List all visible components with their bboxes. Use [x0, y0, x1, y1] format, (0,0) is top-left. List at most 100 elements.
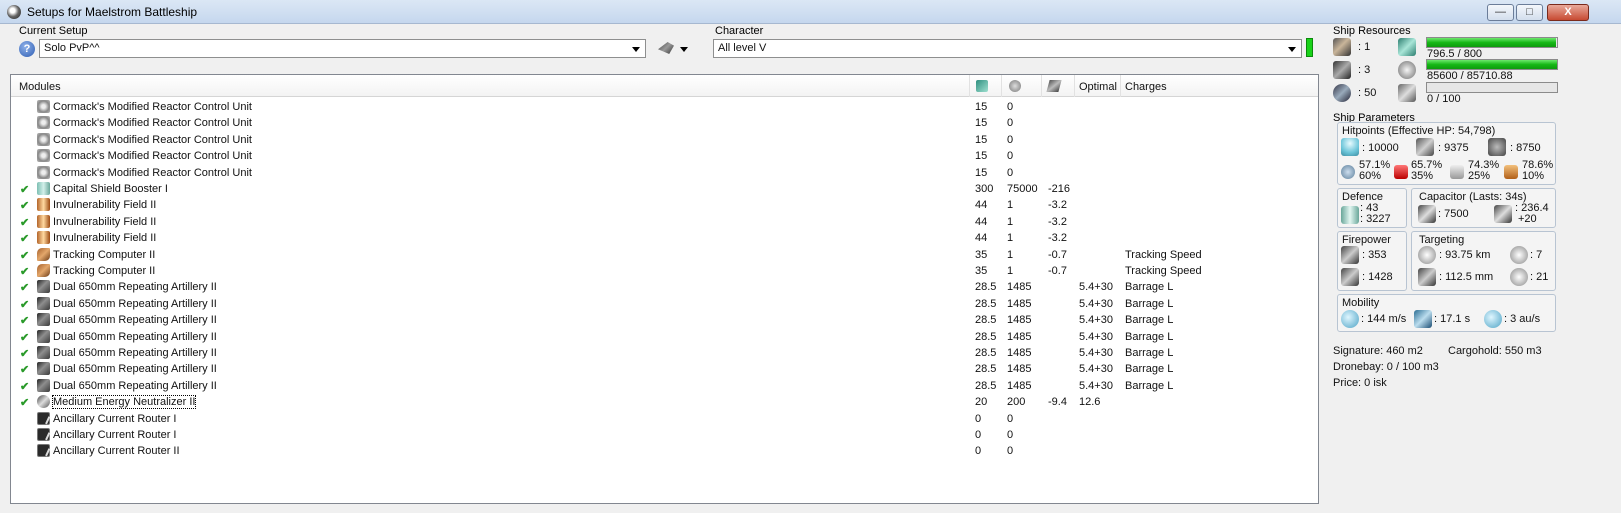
column-charges[interactable]: Charges	[1125, 81, 1167, 93]
online-check-icon[interactable]: ✔	[20, 183, 29, 196]
module-row[interactable]: ✔ Tracking Computer II 35 1 -0.7 Tracking Spe…	[11, 247, 1318, 263]
online-check-icon[interactable]: ✔	[20, 363, 29, 376]
modules-list[interactable]: Modules Optimal Charges Cormack's Modifi…	[10, 74, 1319, 504]
thermal-resist-armor: 35%	[1411, 170, 1434, 182]
online-check-icon[interactable]: ✔	[20, 281, 29, 294]
online-check-icon[interactable]: ✔	[20, 232, 29, 245]
setup-select[interactable]: Solo PvP^^	[39, 39, 646, 58]
module-charge: Barrage L	[1125, 363, 1174, 376]
capacitor-icon[interactable]	[1046, 80, 1062, 92]
module-cpu: 35	[975, 265, 988, 277]
defence-bottom: : 3227	[1360, 213, 1391, 225]
online-check-icon[interactable]: ✔	[20, 298, 29, 311]
column-optimal[interactable]: Optimal	[1079, 81, 1117, 93]
module-cpu: 44	[975, 215, 988, 228]
module-row[interactable]: ✔ Invulnerability Field II 44 1 -3.2	[11, 230, 1318, 246]
online-check-icon[interactable]: ✔	[20, 249, 29, 262]
artillery-icon	[37, 378, 50, 392]
module-row[interactable]: Cormack's Modified Reactor Control Unit 1…	[11, 165, 1318, 181]
module-row[interactable]: Cormack's Modified Reactor Control Unit 1…	[11, 115, 1318, 131]
module-row[interactable]: ✔ Dual 650mm Repeating Artillery II 28.5 14…	[11, 296, 1318, 312]
module-powergrid: 1485	[1007, 363, 1032, 376]
reactor-icon	[37, 100, 50, 113]
character-select[interactable]: All level V	[713, 39, 1302, 58]
module-powergrid: 1	[1007, 248, 1014, 261]
scan-resolution-icon	[1418, 268, 1436, 286]
module-name: Dual 650mm Repeating Artillery II	[53, 281, 217, 294]
price: Price: 0 isk	[1333, 377, 1387, 389]
online-check-icon[interactable]: ✔	[20, 396, 29, 409]
module-powergrid: 75000	[1007, 183, 1038, 195]
module-powergrid: 0	[1007, 101, 1014, 113]
module-row[interactable]: ✔ Capital Shield Booster I 300 75000 -216	[11, 181, 1318, 197]
online-check-icon[interactable]: ✔	[20, 265, 29, 278]
module-row[interactable]: Ancillary Current Router I 0 0	[11, 427, 1318, 443]
online-check-icon[interactable]: ✔	[20, 216, 29, 229]
speed-icon	[1341, 310, 1359, 328]
maximize-button[interactable]: □	[1516, 4, 1543, 21]
capacitor-label: Capacitor (Lasts: 34s)	[1419, 191, 1527, 203]
help-icon[interactable]: ?	[19, 41, 35, 57]
module-cpu: 28.5	[975, 347, 997, 359]
online-check-icon[interactable]: ✔	[20, 199, 29, 212]
module-optimal: 5.4+30	[1079, 297, 1113, 310]
module-optimal: 12.6	[1079, 396, 1101, 409]
online-check-icon[interactable]: ✔	[20, 331, 29, 344]
module-name: Ancillary Current Router II	[53, 445, 180, 458]
close-button[interactable]: X	[1547, 4, 1589, 21]
module-row[interactable]: ✔ Tracking Computer II 35 1 -0.7 Tracking Spe…	[11, 263, 1318, 279]
module-row[interactable]: ✔ Medium Energy Neutralizer II 20 200 -9.4 12…	[11, 394, 1318, 410]
module-row[interactable]: Cormack's Modified Reactor Control Unit 1…	[11, 99, 1318, 115]
module-capacitor: -0.7	[1048, 248, 1067, 261]
module-row[interactable]: Ancillary Current Router II 0 0	[11, 443, 1318, 459]
chevron-down-icon	[1288, 47, 1296, 52]
cpu-icon[interactable]	[976, 80, 988, 92]
module-row[interactable]: Cormack's Modified Reactor Control Unit 1…	[11, 132, 1318, 148]
online-check-icon[interactable]: ✔	[20, 314, 29, 327]
calibration-icon	[1398, 84, 1416, 102]
minimize-button[interactable]: —	[1487, 4, 1514, 21]
ship-tools-dropdown[interactable]	[656, 40, 690, 58]
powergrid-icon[interactable]	[1009, 80, 1021, 92]
module-row[interactable]: ✔ Invulnerability Field II 44 1 -3.2	[11, 197, 1318, 213]
module-name: Cormack's Modified Reactor Control Unit	[53, 117, 252, 130]
module-powergrid: 1485	[1007, 297, 1032, 310]
online-check-icon[interactable]: ✔	[20, 347, 29, 360]
capacitor-delta: +20	[1518, 213, 1537, 225]
module-row[interactable]: Cormack's Modified Reactor Control Unit 1…	[11, 148, 1318, 164]
module-row[interactable]: ✔ Dual 650mm Repeating Artillery II 28.5 14…	[11, 312, 1318, 328]
module-cpu: 28.5	[975, 330, 997, 343]
module-row[interactable]: ✔ Dual 650mm Repeating Artillery II 28.5 14…	[11, 329, 1318, 345]
module-powergrid: 1485	[1007, 379, 1032, 392]
module-row[interactable]: ✔ Invulnerability Field II 44 1 -3.2	[11, 214, 1318, 230]
chevron-down-icon	[632, 47, 640, 52]
module-charge: Tracking Speed	[1125, 248, 1202, 261]
column-modules[interactable]: Modules	[19, 81, 61, 93]
module-name: Dual 650mm Repeating Artillery II	[53, 297, 217, 310]
module-powergrid: 0	[1007, 150, 1014, 163]
module-row[interactable]: ✔ Dual 650mm Repeating Artillery II 28.5 14…	[11, 361, 1318, 377]
module-optimal: 5.4+30	[1079, 347, 1113, 359]
turret-hardpoint-icon	[1333, 38, 1351, 56]
online-check-icon[interactable]: ✔	[20, 380, 29, 393]
character-status-indicator	[1306, 38, 1313, 57]
module-row[interactable]: Ancillary Current Router I 0 0	[11, 411, 1318, 427]
module-capacitor: -3.2	[1048, 232, 1067, 245]
cpu-bar	[1426, 37, 1558, 48]
module-row[interactable]: ✔ Dual 650mm Repeating Artillery II 28.5 14…	[11, 279, 1318, 295]
module-charge: Tracking Speed	[1125, 265, 1202, 277]
rig-icon	[37, 411, 50, 425]
module-name: Cormack's Modified Reactor Control Unit	[53, 133, 252, 146]
module-optimal: 5.4+30	[1079, 330, 1113, 343]
firepower-dps: : 353	[1362, 249, 1387, 261]
module-row[interactable]: ✔ Dual 650mm Repeating Artillery II 28.5 14…	[11, 345, 1318, 361]
module-powergrid: 1485	[1007, 330, 1032, 343]
targeting-label: Targeting	[1419, 234, 1465, 246]
tracking-computer-icon	[37, 264, 50, 277]
window-title: Setups for Maelstrom Battleship	[27, 5, 198, 19]
defence-icon	[1341, 206, 1359, 224]
module-powergrid: 200	[1007, 396, 1026, 409]
module-row[interactable]: ✔ Dual 650mm Repeating Artillery II 28.5 14…	[11, 378, 1318, 394]
modules-header: Modules Optimal Charges	[11, 75, 1318, 97]
armor-hp: : 9375	[1438, 142, 1469, 154]
